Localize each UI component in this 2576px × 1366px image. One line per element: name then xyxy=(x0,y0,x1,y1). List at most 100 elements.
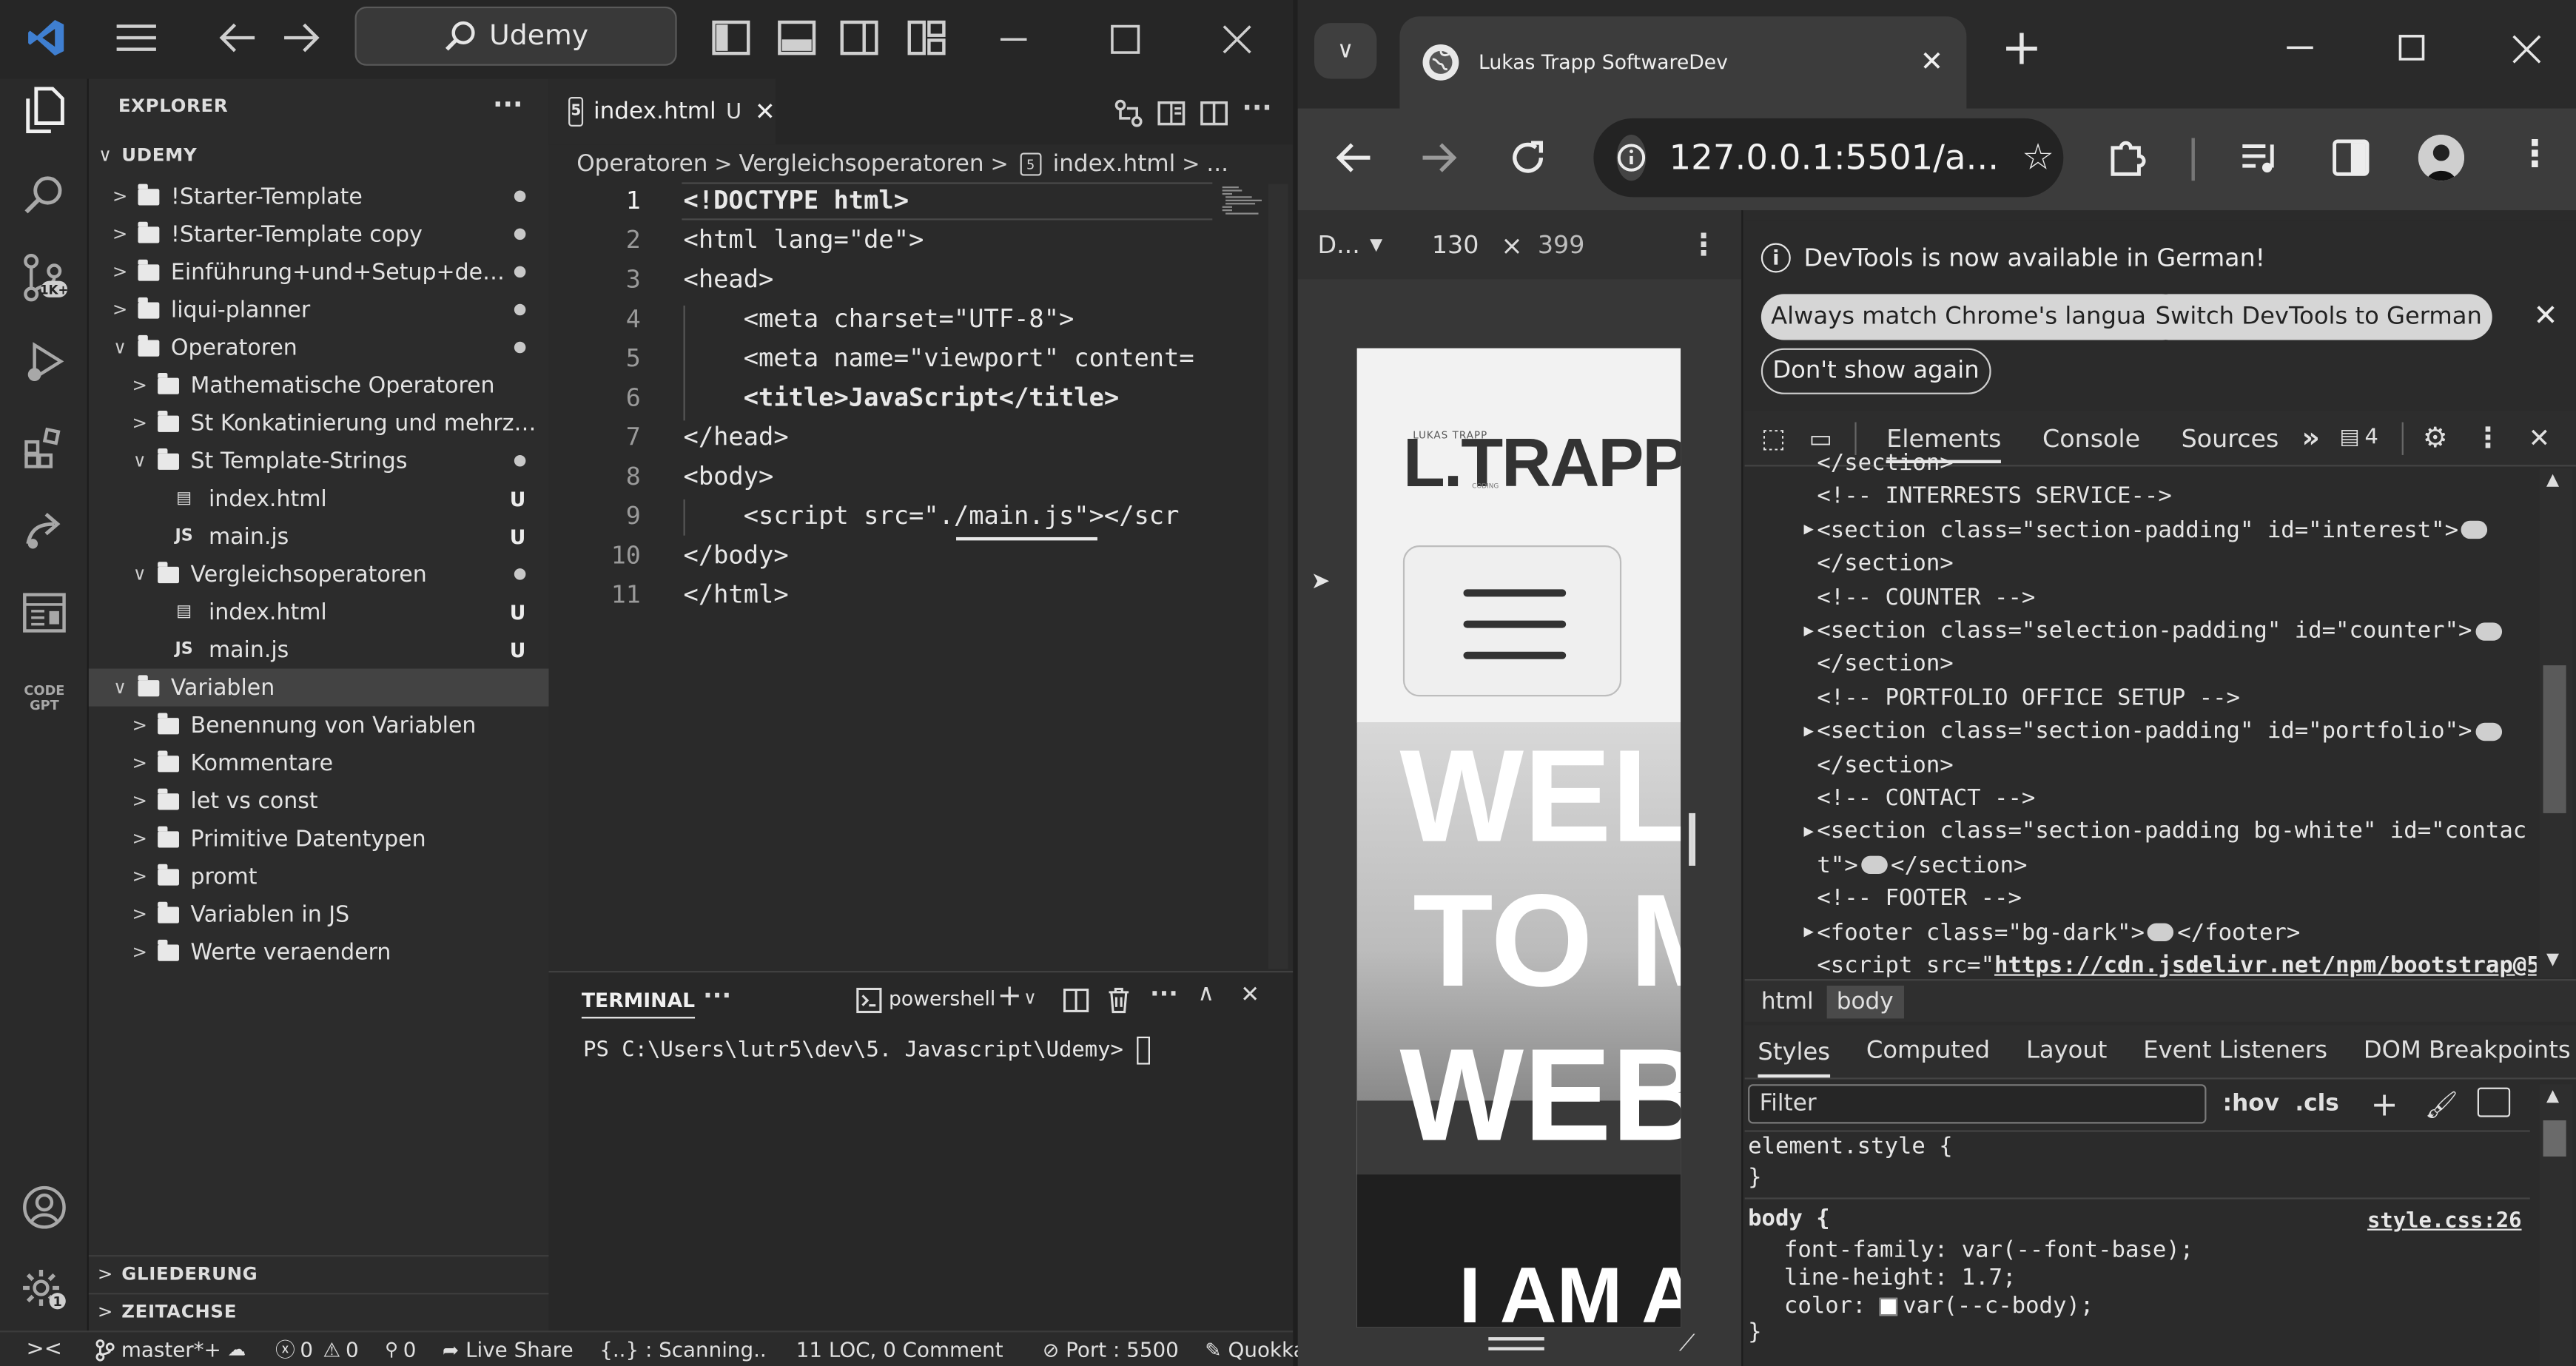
tree-item[interactable]: > St Konkatinierung und mehrzeilig... xyxy=(89,404,548,442)
always-match-language-button[interactable]: Always match Chrome's language xyxy=(1761,294,2186,340)
code-line[interactable]: <title>JavaScript</title> xyxy=(684,383,1120,412)
forward-arrow-icon[interactable] xyxy=(279,16,322,59)
tree-item[interactable]: > let vs const xyxy=(89,782,549,820)
code-line[interactable]: </html> xyxy=(684,580,789,610)
maximize-panel-chevron-up-icon[interactable]: ∧ xyxy=(1197,980,1214,1007)
tree-item[interactable]: > Kommentare xyxy=(89,744,549,782)
customize-layout-icon[interactable] xyxy=(905,18,948,57)
scrollbar-thumb[interactable] xyxy=(2543,1120,2566,1157)
code-line[interactable]: <html lang="de"> xyxy=(684,225,924,255)
breadcrumb-item[interactable]: Vergleichsoperatoren xyxy=(739,151,983,178)
tree-item[interactable]: > liqui-planner xyxy=(89,291,549,329)
live-server-port-status[interactable]: ⊘ Port : 5500 xyxy=(1043,1337,1179,1362)
cls-toggle[interactable]: .cls xyxy=(2295,1091,2338,1117)
tree-item[interactable]: > Variablen in JS xyxy=(89,895,549,933)
tree-item[interactable]: ∨ St Template-Strings xyxy=(89,442,549,480)
dont-show-again-button[interactable]: Don't show again xyxy=(1761,348,1991,394)
body-rule-selector[interactable]: body { xyxy=(1748,1205,1830,1232)
browser-forward-icon[interactable] xyxy=(1419,138,1459,177)
panel-more-button[interactable]: ··· xyxy=(703,980,731,1010)
element-style-selector[interactable]: element.style { xyxy=(1748,1134,1953,1160)
tab-close-icon[interactable]: ✕ xyxy=(755,97,776,127)
split-terminal-icon[interactable] xyxy=(1063,987,1089,1014)
ports-status[interactable]: ⚲ 0 xyxy=(385,1337,416,1362)
workspace-header[interactable]: ∨ UDEMY xyxy=(89,136,549,172)
issues-counter[interactable]: ▤ 4 xyxy=(2340,425,2378,450)
back-arrow-icon[interactable] xyxy=(217,16,260,59)
minimize-icon[interactable] xyxy=(994,20,1033,56)
dom-node-line[interactable]: <!-- COUNTER --> xyxy=(1748,584,2035,610)
terminal-shell-name[interactable]: powershell xyxy=(889,987,995,1010)
collapsed-content-dots[interactable] xyxy=(2475,722,2502,741)
extensions-puzzle-icon[interactable] xyxy=(2106,135,2149,178)
device-dimensions-select[interactable]: D... xyxy=(1317,230,1359,260)
css-property[interactable]: font-family: var(--font-base); xyxy=(1784,1237,2193,1264)
more-tabs-chevron-icon[interactable]: » xyxy=(2301,421,2319,454)
breadcrumb-item[interactable]: ... xyxy=(1206,151,1228,178)
collapsed-content-dots[interactable] xyxy=(2475,622,2502,640)
devtools-settings-gear-icon[interactable]: ⚙ xyxy=(2423,421,2448,454)
tab-console[interactable]: Console xyxy=(2042,423,2140,453)
browser-reload-icon[interactable] xyxy=(1508,138,1547,177)
chrome-maximize-icon[interactable] xyxy=(2397,33,2429,65)
inspect-element-icon[interactable]: ⬚ xyxy=(1761,423,1786,454)
collapsed-content-dots[interactable] xyxy=(2461,521,2488,539)
collapsed-content-dots[interactable] xyxy=(1861,856,1888,875)
tree-item[interactable]: ▤ index.html U xyxy=(89,480,549,517)
tree-item[interactable]: > Einführung+und+Setup+des... xyxy=(89,253,549,291)
browser-tab-close-icon[interactable]: ✕ xyxy=(1920,46,1944,78)
quokka-status[interactable]: ✎ Quokka xyxy=(1205,1337,1305,1362)
styles-filter-input[interactable]: Filter xyxy=(1748,1084,2207,1124)
tab-index-html[interactable]: 5 index.html U ✕ xyxy=(548,78,776,145)
path-html[interactable]: html xyxy=(1755,988,1820,1015)
code-line[interactable]: </head> xyxy=(684,423,789,452)
dom-node-line[interactable]: ▶ <footer class="bg-dark"> </footer> xyxy=(1748,919,2300,946)
tab-styles[interactable]: Styles xyxy=(1758,1039,1831,1077)
tab-event-listeners[interactable]: Event Listeners xyxy=(2143,1038,2327,1065)
code-line[interactable]: <meta charset="UTF-8"> xyxy=(684,304,1075,334)
toggle-panel-icon[interactable] xyxy=(776,18,818,57)
tab-sources[interactable]: Sources xyxy=(2182,423,2279,453)
browser-tab[interactable]: Lukas Trapp SoftwareDev ✕ xyxy=(1399,16,1967,109)
tree-item[interactable]: > Werte veraendern xyxy=(89,933,549,971)
editor-more-actions-button[interactable]: ··· xyxy=(1242,92,1271,123)
kill-terminal-trash-icon[interactable] xyxy=(1106,986,1132,1015)
compare-changes-icon[interactable] xyxy=(1114,98,1143,128)
remote-indicator-icon[interactable]: >< xyxy=(27,1337,62,1362)
dom-node-line[interactable]: <!-- CONTACT --> xyxy=(1748,785,2035,812)
chrome-menu-kebab-icon[interactable]: ⋮ xyxy=(2517,135,2553,178)
code-line[interactable]: </body> xyxy=(684,540,789,570)
breadcrumb-item[interactable]: Operatoren xyxy=(576,151,707,178)
scroll-up-arrow-icon[interactable]: ▲ xyxy=(2546,471,2559,489)
menu-icon[interactable] xyxy=(112,16,161,59)
tree-item[interactable]: ∨ Vergleichsoperatoren xyxy=(89,555,549,593)
mobile-page-preview[interactable]: LUKAS TRAPP L.TRAPP CODING WEL TO M WEB … xyxy=(1356,348,1681,1328)
tab-dom-breakpoints[interactable]: DOM Breakpoints xyxy=(2364,1038,2571,1065)
tab-layout[interactable]: Layout xyxy=(2026,1038,2107,1065)
dom-node-line[interactable]: ▶ <section class="section-padding" id="in… xyxy=(1748,517,2491,543)
dom-node-line[interactable]: <!-- INTERRESTS SERVICE--> xyxy=(1748,484,2171,511)
explorer-icon[interactable] xyxy=(16,82,72,138)
tree-item[interactable]: > !Starter-Template copy xyxy=(89,215,549,253)
viewport-bottom-resize-handle[interactable] xyxy=(1488,1337,1544,1350)
viewport-width-input[interactable]: 130 xyxy=(1432,230,1498,260)
tree-item[interactable]: ▤ index.html U xyxy=(89,593,549,630)
remote-explorer-icon[interactable] xyxy=(16,585,72,640)
command-center-search[interactable]: Udemy xyxy=(354,6,677,66)
terminal-panel[interactable]: TERMINAL ··· powershell + ∨ ··· ∧ ✕ PS C… xyxy=(548,971,1294,1331)
tree-item[interactable]: > Benennung von Variablen xyxy=(89,707,549,744)
timeline-section-header[interactable]: > ZEITACHSE xyxy=(88,1293,549,1329)
new-tab-plus-icon[interactable]: + xyxy=(2001,20,2042,79)
scroll-up-arrow-icon[interactable]: ▲ xyxy=(2546,1088,2559,1106)
path-body[interactable]: body xyxy=(1826,984,1903,1018)
dom-tree-scrollbar[interactable]: ▲ ▼ xyxy=(2540,468,2573,978)
viewport-resize-handle[interactable] xyxy=(1689,812,1696,866)
dom-node-line[interactable]: t"> </section> xyxy=(1748,852,2027,879)
toggle-primary-sidebar-icon[interactable] xyxy=(710,18,753,57)
editor-vertical-scrollbar[interactable] xyxy=(1268,184,1288,969)
code-line[interactable]: <body> xyxy=(684,462,774,491)
tree-item[interactable]: JS main.js U xyxy=(89,630,549,668)
tree-item[interactable]: ∨ Variablen xyxy=(88,668,549,707)
split-editor-icon[interactable] xyxy=(1200,98,1229,128)
scanning-status[interactable]: {..} : Scanning.. xyxy=(599,1337,767,1362)
